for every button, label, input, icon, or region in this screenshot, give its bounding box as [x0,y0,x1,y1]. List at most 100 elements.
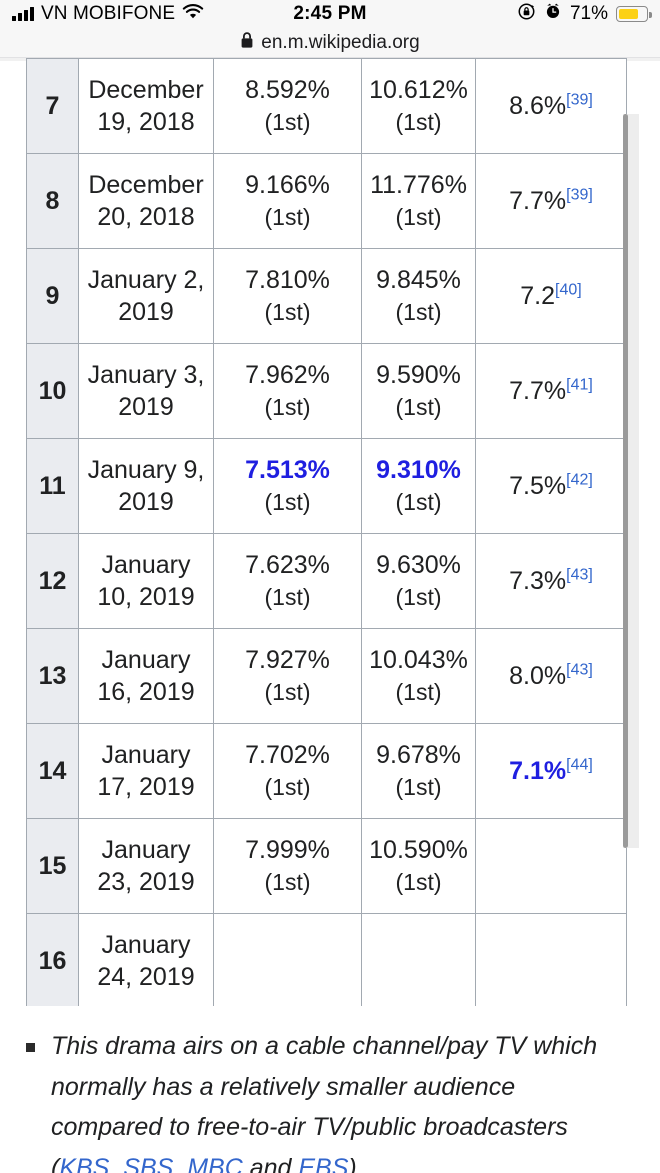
table-cell-rating: 7.623% (1st) [213,533,362,629]
rating-rank: (1st) [395,584,442,611]
rating-value: 9.678% [376,741,461,770]
rating-value: 9.166% [245,171,330,200]
table-cell-rating [361,913,476,1006]
table-cell-rating-national [475,913,627,1006]
table-row: 9 January 2, 2019 7.810% (1st) 9.845% (1st) 7.… [26,248,627,344]
table-row: 13 January 16, 2019 7.927% (1st) 10.043% (1st… [26,628,627,724]
link-sbs[interactable]: SBS [123,1154,173,1173]
lock-icon [240,31,254,55]
rating-value: 7.5% [509,472,567,500]
reference-link[interactable]: [42] [566,472,593,489]
rating-value: 10.043% [369,646,468,675]
table-cell-date: January 23, 2019 [78,818,214,914]
battery-percent-label: 71% [569,3,608,24]
square-bullet-icon [26,1043,35,1052]
table-cell-episode-number: 7 [26,58,79,154]
table-cell-rating: 9.310% (1st) [361,438,476,534]
table-cell-rating [213,913,362,1006]
table-cell-rating: 7.513% (1st) [213,438,362,534]
rating-value: 7.702% [245,741,330,770]
footnote-sep-3: and [242,1153,299,1173]
rating-rank: (1st) [264,394,311,421]
reference-link[interactable]: [43] [566,567,593,584]
reference-link[interactable]: [40] [555,282,582,299]
horizontal-scrollbar-thumb[interactable] [623,114,628,848]
rating-rank: (1st) [264,299,311,326]
table-cell-rating: 8.592% (1st) [213,58,362,154]
rating-rank: (1st) [264,774,311,801]
table-cell-episode-number: 12 [26,533,79,629]
table-row: 15 January 23, 2019 7.999% (1st) 10.590% (1st… [26,818,627,914]
table-cell-date: January 16, 2019 [78,628,214,724]
table-cell-rating: 9.845% (1st) [361,248,476,344]
wikipedia-article-body: 7 December 19, 2018 8.592% (1st) 10.612% (1st… [0,58,660,1173]
table-cell-rating: 7.962% (1st) [213,343,362,439]
rating-value: 8.0% [509,662,567,690]
rating-value: 7.962% [245,361,330,390]
ratings-table-body: 7 December 19, 2018 8.592% (1st) 10.612% (1st… [26,58,627,1006]
reference-link[interactable]: [41] [566,377,593,394]
browser-url-bar[interactable]: en.m.wikipedia.org [0,28,660,58]
alarm-clock-icon [544,2,562,26]
rating-value: 7.3% [509,567,567,595]
table-cell-rating-national: 7.1%[44] [475,723,627,819]
rating-rank: (1st) [395,204,442,231]
rating-value: 7.623% [245,551,330,580]
reference-link[interactable]: [39] [566,92,593,109]
table-cell-episode-number: 16 [26,913,79,1006]
table-cell-rating-national [475,818,627,914]
rating-rank: (1st) [395,489,442,516]
rating-rank: (1st) [395,869,442,896]
table-cell-episode-number: 14 [26,723,79,819]
ratings-table: 7 December 19, 2018 8.592% (1st) 10.612% (1st… [26,58,627,1006]
ios-status-bar: VN MOBIFONE 2:45 PM 71% [0,0,660,28]
link-ebs[interactable]: EBS [298,1154,348,1173]
battery-low-power-icon [616,6,652,22]
table-row: 7 December 19, 2018 8.592% (1st) 10.612% (1st… [26,58,627,154]
table-row: 11 January 9, 2019 7.513% (1st) 9.310% (1st) 7… [26,438,627,534]
table-cell-rating: 10.612% (1st) [361,58,476,154]
table-row: 12 January 10, 2019 7.623% (1st) 9.630% (1st)… [26,533,627,629]
table-cell-rating: 9.590% (1st) [361,343,476,439]
rating-value: 9.590% [376,361,461,390]
rating-rank: (1st) [264,489,311,516]
table-cell-date: January 2, 2019 [78,248,214,344]
rating-rank: (1st) [264,584,311,611]
link-kbs[interactable]: KBS [59,1154,109,1173]
rating-value: 8.6% [509,92,567,120]
rating-value: 7.810% [245,266,330,295]
rating-rank: (1st) [264,679,311,706]
status-bar-right: 71% [517,2,652,27]
reference-link[interactable]: [44] [566,757,593,774]
table-cell-episode-number: 8 [26,153,79,249]
rating-value: 7.7% [509,377,567,405]
table-cell-rating-national: 7.5%[42] [475,438,627,534]
table-cell-rating: 7.810% (1st) [213,248,362,344]
table-cell-date: January 3, 2019 [78,343,214,439]
ratings-table-scroll-container[interactable]: 7 December 19, 2018 8.592% (1st) 10.612% (1st… [0,58,660,1006]
rating-rank: (1st) [264,109,311,136]
url-text: en.m.wikipedia.org [261,31,420,53]
rating-value: 7.2 [520,282,556,310]
table-cell-rating-national: 7.3%[43] [475,533,627,629]
reference-link[interactable]: [43] [566,662,593,679]
footnote-part-1: This drama airs on a cable channel/pay T… [51,1032,598,1173]
table-cell-episode-number: 13 [26,628,79,724]
footnote-list-item: This drama airs on a cable channel/pay T… [0,1010,660,1173]
rating-value: 7.927% [245,646,330,675]
table-cell-episode-number: 9 [26,248,79,344]
rating-rank: (1st) [264,869,311,896]
rating-value: 9.310% [376,456,461,485]
rating-value: 10.590% [369,836,468,865]
link-mbc[interactable]: MBC [187,1154,243,1173]
table-cell-rating: 9.630% (1st) [361,533,476,629]
reference-link[interactable]: [39] [566,187,593,204]
table-cell-rating-national: 7.7%[41] [475,343,627,439]
footnote-sep-2: , [173,1153,188,1173]
rating-value: 8.592% [245,76,330,105]
table-row: 16 January 24, 2019 [26,913,627,1006]
table-cell-episode-number: 11 [26,438,79,534]
rating-value: 7.1% [509,757,567,785]
table-cell-rating: 9.678% (1st) [361,723,476,819]
table-cell-date: December 20, 2018 [78,153,214,249]
